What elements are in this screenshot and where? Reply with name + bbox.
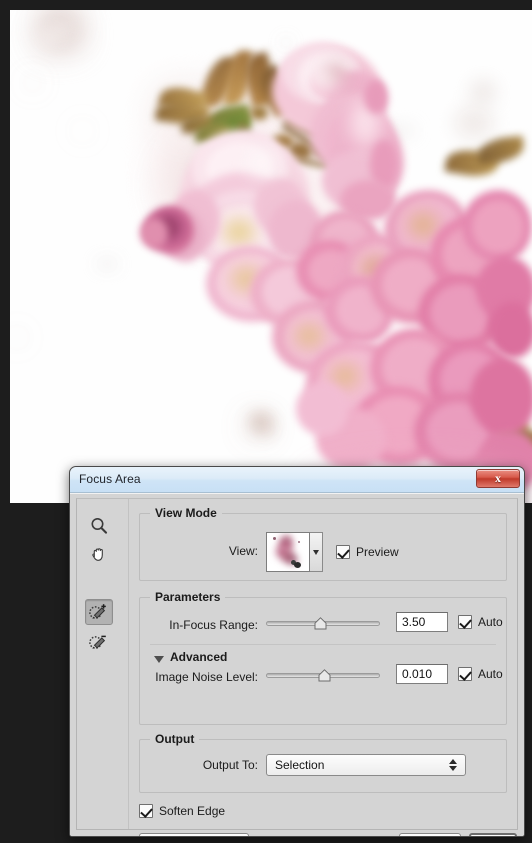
auto-label: Auto [478,667,503,681]
image-noise-level-auto-checkbox[interactable]: Auto [458,667,503,681]
checkbox-box [458,667,472,681]
checkbox-box [336,545,350,559]
view-thumbnail-button[interactable] [266,532,310,572]
image-noise-level-label: Image Noise Level: [155,670,258,684]
output-group: Output Output To: Selection [139,732,507,793]
magnifier-icon [89,516,109,536]
close-button[interactable]: x [476,469,520,488]
ok-button[interactable]: OK [469,833,517,836]
zoom-tool[interactable] [85,513,113,539]
close-x-icon: x [495,471,501,485]
in-focus-range-label: In-Focus Range: [169,618,258,632]
preview-label: Preview [356,545,399,559]
advanced-label: Advanced [170,650,228,664]
output-to-label: Output To: [202,758,258,772]
preview-checkbox[interactable]: Preview [336,545,399,559]
chevron-down-icon [313,550,319,555]
parameters-group: Parameters In-Focus Range: 3.50 Auto Adv… [139,590,507,725]
view-label: View: [228,544,258,558]
triangle-down-icon[interactable] [154,656,164,663]
in-focus-range-slider[interactable] [266,616,380,630]
brush-plus-icon [88,602,110,622]
hand-tool[interactable] [85,541,113,567]
checkbox-box [458,615,472,629]
checkbox-box [139,804,153,818]
output-to-select[interactable]: Selection [266,754,466,776]
refine-edge-button[interactable]: Refine Edge... [139,833,249,836]
soften-edge-label: Soften Edge [159,804,226,818]
auto-label: Auto [478,615,503,629]
view-mode-group-title: View Mode [150,506,222,520]
in-focus-range-input[interactable]: 3.50 [396,612,448,632]
brush-minus-icon [88,632,110,652]
in-focus-range-auto-checkbox[interactable]: Auto [458,615,503,629]
advanced-divider [150,644,496,645]
view-mode-dropdown-button[interactable] [310,532,323,572]
photoshop-window: Focus Area x View Mode View: Preview Par… [0,0,532,843]
dialog-body: View Mode View: Preview Parameters In-Fo… [70,493,524,836]
dialog-title: Focus Area [79,472,141,486]
focus-add-tool[interactable] [85,599,113,625]
focus-area-dialog: Focus Area x View Mode View: Preview Par… [69,466,525,837]
image-noise-level-input[interactable]: 0.010 [396,664,448,684]
image-canvas[interactable] [10,10,532,503]
slider-thumb[interactable] [318,669,331,682]
dialog-inner-frame: View Mode View: Preview Parameters In-Fo… [76,498,518,836]
output-to-selected-value: Selection [275,758,325,772]
image-noise-level-slider[interactable] [266,668,380,682]
stepper-up-down-icon [449,759,457,771]
parameters-group-title: Parameters [150,590,226,604]
hand-icon [89,544,109,564]
dialog-titlebar[interactable]: Focus Area x [70,467,524,493]
cancel-button[interactable]: Cancel [399,833,461,836]
output-group-title: Output [150,732,200,746]
selection-preview-thumbnail [268,534,308,570]
slider-thumb[interactable] [314,617,327,630]
focus-subtract-tool[interactable] [85,629,113,655]
tool-strip [77,499,129,829]
cherry-blossom-photo [10,10,532,503]
soften-edge-checkbox[interactable]: Soften Edge [139,804,225,818]
view-mode-group: View Mode View: Preview [139,506,507,581]
